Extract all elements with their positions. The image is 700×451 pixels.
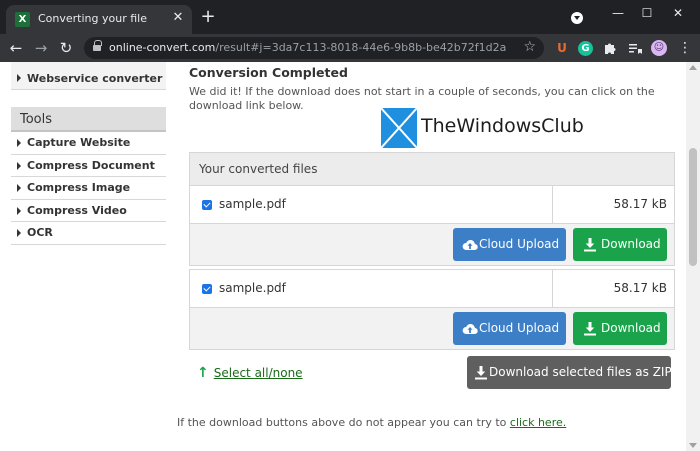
page-title: Conversion Completed	[189, 65, 348, 80]
download-zip-label: Download selected files as ZIP	[489, 365, 672, 379]
file-entry: sample.pdf 58.17 kB Cloud Upload Downloa…	[189, 185, 675, 266]
download-button[interactable]: Download	[573, 312, 667, 345]
sidebar-item-compress-document[interactable]: Compress Document	[11, 154, 166, 177]
extensions-puzzle-icon[interactable]	[601, 39, 619, 57]
table-row: sample.pdf 58.17 kB	[190, 270, 674, 308]
forward-icon[interactable]: →	[31, 38, 51, 58]
tools-heading: Tools	[11, 107, 166, 132]
up-arrow-icon: ↑	[197, 365, 209, 381]
sidebar-item-compress-video[interactable]: Compress Video	[11, 199, 166, 222]
scrollbar-thumb[interactable]	[689, 148, 697, 266]
sidebar-item-capture-website[interactable]: Capture Website	[11, 132, 166, 155]
file-size-cell: 58.17 kB	[552, 270, 674, 307]
reload-icon[interactable]: ↻	[56, 38, 76, 58]
download-zip-button[interactable]: Download selected files as ZIP	[467, 356, 672, 389]
file-checkbox[interactable]	[202, 200, 212, 210]
url-host: online-convert.com	[109, 41, 216, 54]
tools-list: Capture Website Compress Document Compre…	[11, 132, 166, 245]
sidebar: Webservice converter Tools Capture Websi…	[11, 62, 166, 245]
sidebar-item-ocr[interactable]: OCR	[11, 222, 166, 245]
excel-favicon-icon: X	[15, 12, 30, 27]
lock-icon	[93, 40, 102, 52]
grammarly-extension-icon[interactable]: G	[578, 41, 593, 56]
minimize-button[interactable]: —	[604, 3, 632, 23]
browser-menu-icon[interactable]: ⋮	[676, 39, 694, 57]
cloud-upload-button[interactable]: Cloud Upload	[453, 312, 566, 345]
tab-close-icon[interactable]: ✕	[170, 10, 186, 26]
file-actions: Cloud Upload Download	[190, 308, 674, 349]
watermark-text: TheWindowsClub	[421, 115, 584, 137]
file-size: 58.17 kB	[613, 281, 667, 295]
profile-dropdown-icon[interactable]	[571, 12, 583, 24]
url-text[interactable]: online-convert.com/result#j=3da7c113-801…	[109, 41, 506, 54]
ublock-extension-icon[interactable]: U	[553, 39, 571, 57]
sidebar-item-webservice-converter[interactable]: Webservice converter	[11, 62, 166, 90]
file-size: 58.17 kB	[613, 197, 667, 211]
file-size-cell: 58.17 kB	[552, 186, 674, 223]
footnote-text: If the download buttons above do not app…	[177, 416, 510, 429]
windows-logo-icon	[381, 108, 417, 148]
maximize-button[interactable]: ☐	[633, 3, 661, 23]
reading-list-icon[interactable]	[626, 39, 644, 57]
file-name: sample.pdf	[219, 281, 286, 295]
sidebar-item-compress-image[interactable]: Compress Image	[11, 177, 166, 200]
select-all-link[interactable]: Select all/none	[214, 366, 303, 380]
table-row: sample.pdf 58.17 kB	[190, 186, 674, 224]
browser-tab-bar: X Converting your file ✕ + — ☐ ✕	[0, 0, 700, 34]
tab-title: Converting your file	[38, 12, 147, 25]
download-label: Download	[601, 321, 661, 335]
url-path: /result#j=3da7c113-8018-44e6-9b8b-be42b7…	[215, 41, 507, 54]
files-heading: Your converted files	[190, 153, 674, 186]
file-actions: Cloud Upload Download	[190, 224, 674, 265]
address-bar[interactable]: online-convert.com/result#j=3da7c113-801…	[84, 37, 544, 59]
page-content: Webservice converter Tools Capture Websi…	[0, 62, 686, 451]
cloud-upload-icon	[462, 240, 478, 251]
bookmark-star-icon[interactable]: ☆	[523, 39, 536, 55]
cloud-upload-label: Cloud Upload	[479, 237, 560, 251]
cloud-upload-label: Cloud Upload	[479, 321, 560, 335]
click-here-link[interactable]: click here.	[510, 416, 566, 429]
close-window-button[interactable]: ✕	[664, 3, 692, 23]
browser-tab[interactable]: X Converting your file ✕	[6, 5, 192, 34]
select-all-control[interactable]: ↑ Select all/none	[197, 365, 303, 381]
download-icon	[584, 322, 596, 336]
vertical-scrollbar[interactable]	[686, 62, 700, 451]
file-checkbox[interactable]	[202, 284, 212, 294]
footnote: If the download buttons above do not app…	[177, 416, 566, 429]
file-entry: sample.pdf 58.17 kB Cloud Upload Downloa…	[189, 269, 675, 350]
cloud-upload-icon	[462, 324, 478, 335]
download-button[interactable]: Download	[573, 228, 667, 261]
download-label: Download	[601, 237, 661, 251]
download-icon	[584, 238, 596, 252]
page-description: We did it! If the download does not star…	[189, 85, 655, 112]
download-icon	[475, 366, 487, 380]
back-icon[interactable]: ←	[6, 38, 26, 58]
browser-toolbar: ← → ↻ online-convert.com/result#j=3da7c1…	[0, 34, 700, 62]
new-tab-button[interactable]: +	[199, 8, 217, 26]
file-name: sample.pdf	[219, 197, 286, 211]
profile-avatar[interactable]: ☺	[651, 40, 667, 56]
scroll-up-icon[interactable]	[689, 65, 697, 70]
scroll-down-icon[interactable]	[689, 443, 697, 448]
cloud-upload-button[interactable]: Cloud Upload	[453, 228, 566, 261]
